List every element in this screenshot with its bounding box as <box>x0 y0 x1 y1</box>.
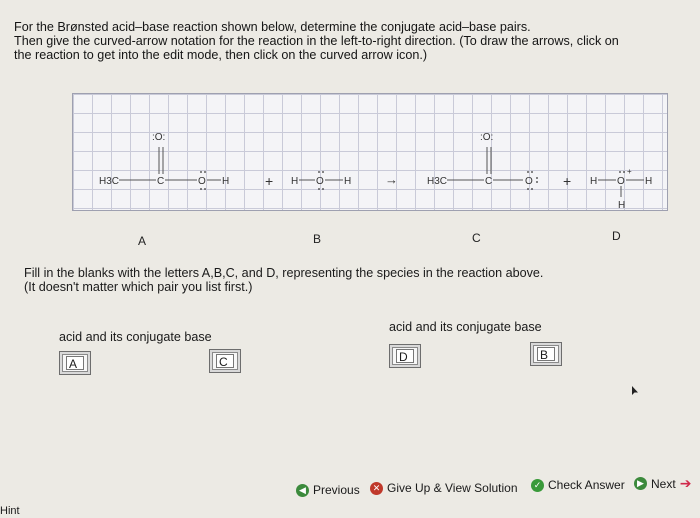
instructions-line-3: the reaction to get into the edit mode, … <box>14 48 428 62</box>
carbon-label-1: C <box>157 176 164 187</box>
next-icon: ▶ <box>634 477 647 490</box>
pair-1-base-blank[interactable]: C <box>209 349 241 373</box>
next-label: Next <box>651 476 676 491</box>
mouse-cursor-icon <box>632 386 638 395</box>
plus-sign-2: + <box>563 173 571 189</box>
check-answer-label: Check Answer <box>548 478 625 492</box>
fill-instructions-line-2: (It doesn't matter which pair you list f… <box>24 280 253 294</box>
acid-hydrogen: H <box>222 176 229 187</box>
species-label-a: A <box>138 234 147 248</box>
species-label-b: B <box>313 232 322 246</box>
hydroxyl-oxygen: O <box>198 176 206 187</box>
water-hydrogen-1: H <box>291 176 298 187</box>
species-label-c: C <box>472 231 481 245</box>
instructions-line-1: For the Brønsted acid–base reaction show… <box>14 20 531 34</box>
previous-label: Previous <box>313 483 360 497</box>
pair-2-acid-blank[interactable]: D <box>389 344 421 368</box>
hydronium-charge: + <box>627 167 632 176</box>
give-up-icon: ✕ <box>370 481 383 495</box>
pair-2-label: acid and its conjugate base <box>389 320 542 334</box>
water-hydrogen-2: H <box>344 176 351 187</box>
pair-2-acid-value[interactable]: D <box>396 349 414 364</box>
next-button[interactable]: ▶ Next ➔ <box>634 475 691 492</box>
reaction-arrow: → <box>385 172 398 187</box>
pair-2-base-blank[interactable]: B <box>530 342 562 366</box>
carbonyl-oxygen-1: :O: <box>152 132 165 143</box>
hydronium-hydrogen-2: H <box>645 176 652 187</box>
pair-1-base-value[interactable]: C <box>216 354 234 369</box>
instructions: For the Brønsted acid–base reaction show… <box>14 20 700 62</box>
species-label-d: D <box>612 229 621 243</box>
fill-instructions-line-1: Fill in the blanks with the letters A,B,… <box>24 266 544 280</box>
pair-2-base-value[interactable]: B <box>537 347 555 362</box>
hydronium-hydrogen-3: H <box>618 200 625 210</box>
reaction-canvas[interactable]: H3C C :O: O H + H O H → H3C C:O: O + H … <box>72 93 668 211</box>
pair-1-acid-blank[interactable]: A <box>59 351 91 375</box>
give-up-label: Give Up & View Solution <box>387 481 518 495</box>
plus-sign-1: + <box>265 173 273 189</box>
pair-1-label: acid and its conjugate base <box>59 330 212 344</box>
carbon-label-2: C <box>485 176 492 187</box>
instructions-line-2: Then give the curved-arrow notation for … <box>14 34 619 48</box>
give-up-button[interactable]: ✕ Give Up & View Solution <box>370 481 518 495</box>
check-icon: ✓ <box>531 478 544 492</box>
water-oxygen: O <box>316 176 324 187</box>
acetate-oxygen: O <box>525 176 533 187</box>
hydronium-oxygen: O <box>617 176 625 187</box>
hydronium-hydrogen-1: H <box>590 176 597 187</box>
pair-1-acid-value[interactable]: A <box>66 356 84 371</box>
h3c-label-1: H3C <box>99 176 119 187</box>
h3c-label-2: H3C <box>427 176 447 187</box>
check-answer-button[interactable]: ✓ Check Answer <box>531 478 625 492</box>
fill-instructions: Fill in the blanks with the letters A,B,… <box>24 266 543 294</box>
next-arrow-icon: ➔ <box>679 475 692 491</box>
carbonyl-oxygen-2: :O: <box>480 132 493 143</box>
previous-icon: ◀ <box>296 483 309 497</box>
reaction-drawing[interactable]: H3C C :O: O H + H O H → H3C C:O: O + H … <box>73 94 667 210</box>
previous-button[interactable]: ◀ Previous <box>296 483 360 497</box>
hint-tab[interactable]: Hint <box>0 505 20 517</box>
